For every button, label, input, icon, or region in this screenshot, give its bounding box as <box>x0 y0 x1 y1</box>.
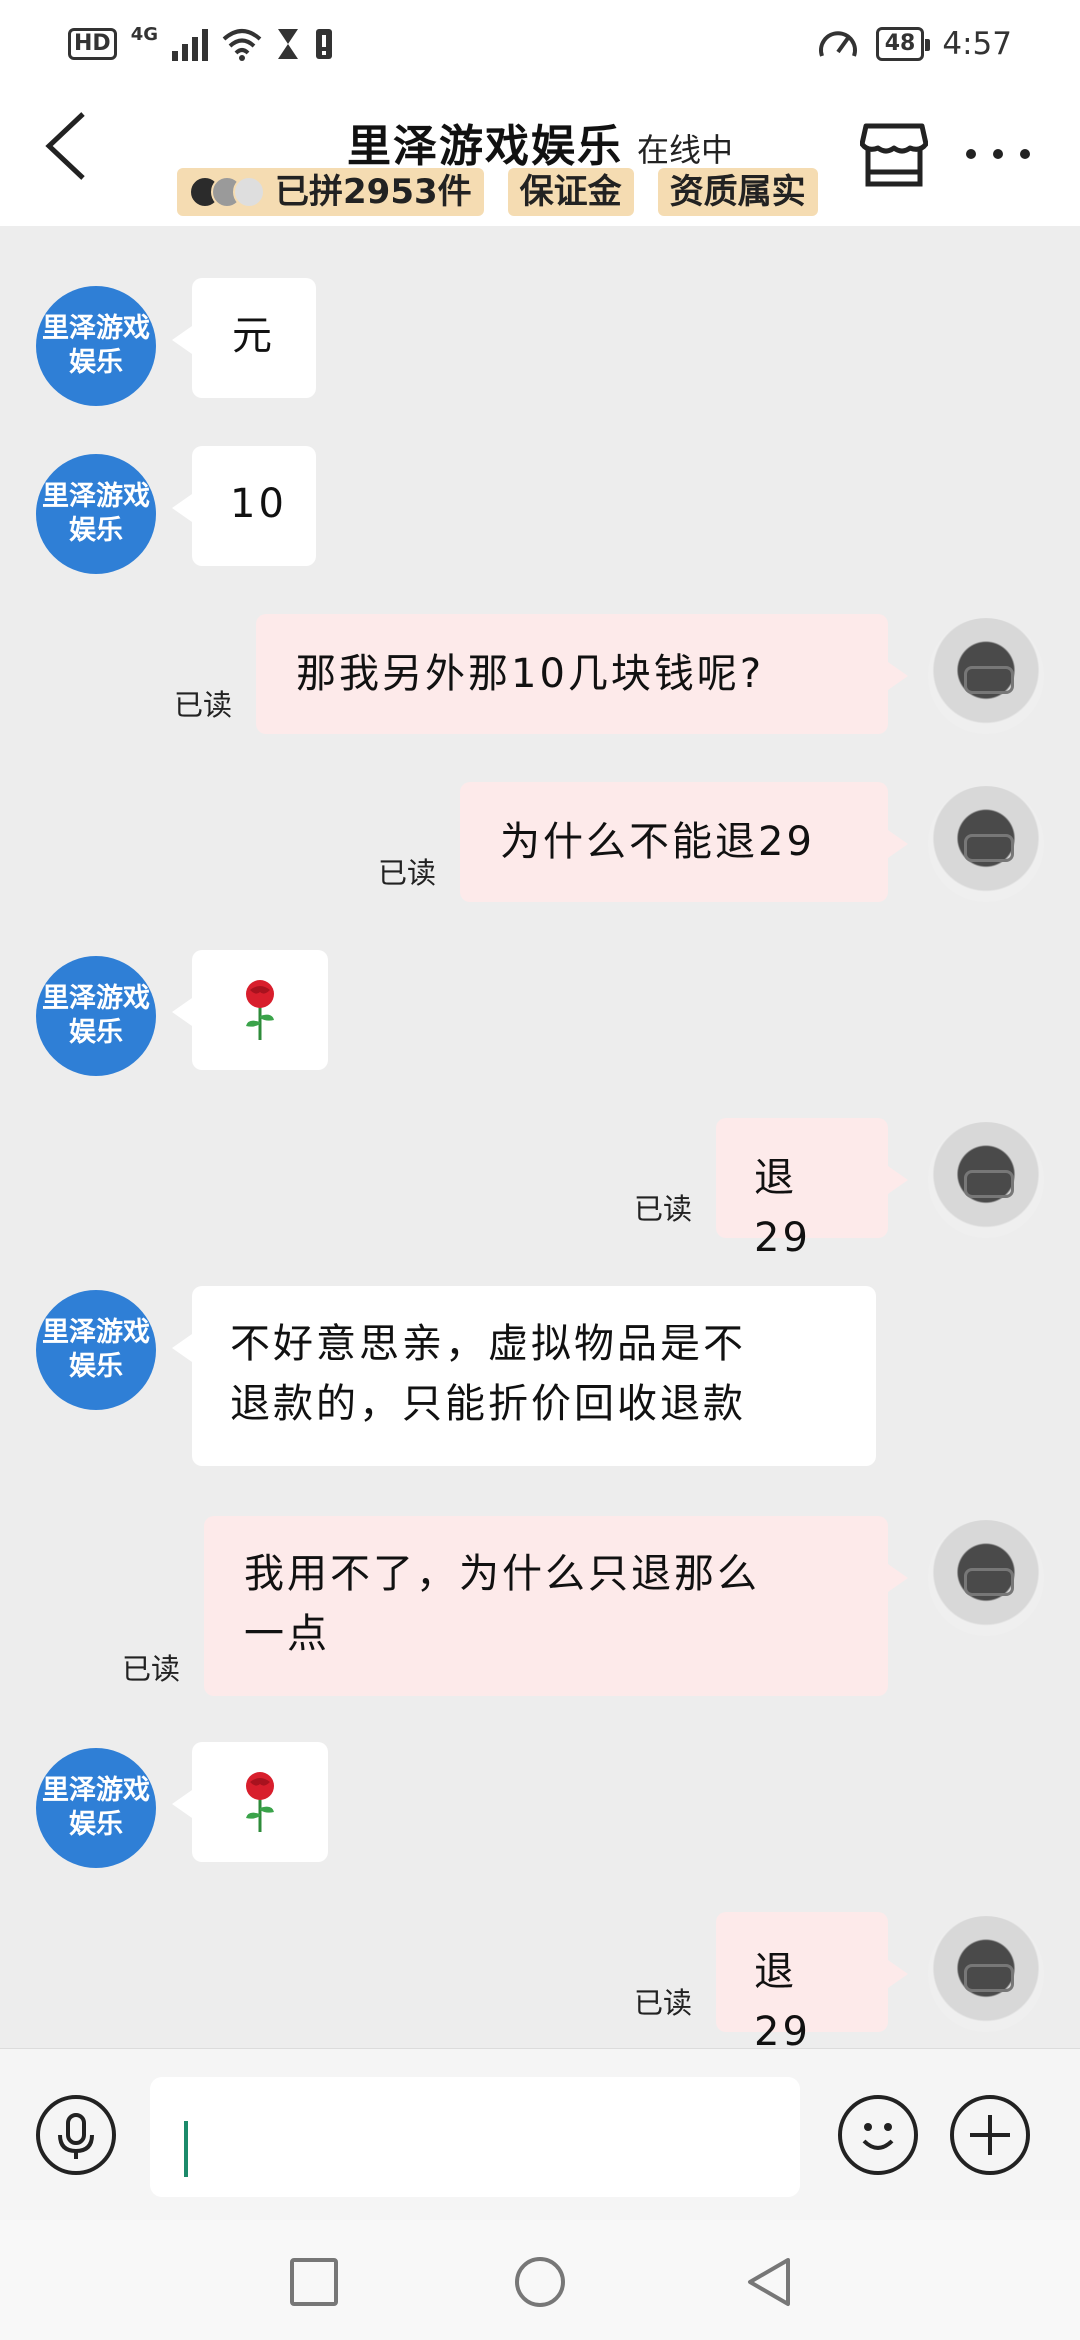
hd-icon: HD <box>68 28 117 60</box>
recents-button[interactable] <box>286 2254 342 2310</box>
sales-badge-label: 已拼2953件 <box>275 172 472 212</box>
emoji-icon <box>862 2123 894 2150</box>
clock: 4:57 <box>942 26 1012 62</box>
shop-avatar-line2: 娱乐 <box>69 347 123 378</box>
input-bar <box>0 2048 1080 2220</box>
more-dots-icon <box>993 149 1003 159</box>
recents-square-icon <box>290 2258 338 2306</box>
shop-avatar-line2: 娱乐 <box>69 1809 123 1840</box>
network-type-label: 4G <box>130 23 158 45</box>
shop-avatar-line1: 里泽游戏 <box>42 1775 150 1806</box>
message-text: 退29 <box>754 1155 811 1261</box>
message-text: 为什么不能退29 <box>500 819 815 865</box>
message-text-line: 退款的，只能折价回收退款 <box>230 1381 746 1427</box>
message-bubble-out[interactable]: 退29 <box>716 1912 908 2048</box>
nav-back-button[interactable] <box>742 2254 798 2310</box>
emoji-button[interactable] <box>838 2095 918 2175</box>
message-text: 10 <box>230 481 287 527</box>
store-icon <box>859 123 929 187</box>
message-bubble-in[interactable]: 10 <box>172 446 316 566</box>
rose-emoji-icon <box>246 980 274 1040</box>
status-bar: HD 4G 48 4:57 <box>0 0 1080 88</box>
buyer-avatars <box>189 176 265 208</box>
message-bubble-out[interactable]: 我用不了，为什么只退那么 一点 <box>204 1516 908 1696</box>
shop-avatar[interactable]: 里泽游戏 娱乐 <box>36 286 156 406</box>
read-receipt: 已读 <box>174 688 233 722</box>
user-avatar[interactable] <box>928 786 1044 902</box>
shop-avatar-line1: 里泽游戏 <box>42 1317 150 1348</box>
message-bubble-in[interactable]: 不好意思亲，虚拟物品是不 退款的，只能折价回收退款 <box>172 1286 876 1466</box>
shop-avatar-line2: 娱乐 <box>69 515 123 546</box>
status-right: 48 4:57 <box>818 22 1012 66</box>
message-list[interactable]: 里泽游戏 娱乐 元 里泽游戏 娱乐 10 已读 那我另外那10几块钱呢? 已读 为什… <box>0 226 1080 2048</box>
shop-avatar-line1: 里泽游戏 <box>42 313 150 344</box>
message-bubble-in[interactable] <box>172 1742 328 1862</box>
plus-icon <box>970 2115 1010 2155</box>
shop-avatar-line1: 里泽游戏 <box>42 481 150 512</box>
read-receipt: 已读 <box>122 1652 181 1686</box>
chat-screen: HD 4G 48 4:57 里泽游戏娱乐 在线中 已拼2953件 保证金 资质属… <box>0 0 1080 2340</box>
message-bubble-in[interactable]: 元 <box>172 278 316 398</box>
more-dots-icon <box>966 149 976 159</box>
user-avatar[interactable] <box>928 1520 1044 1636</box>
microphone-icon <box>58 2113 94 2159</box>
shop-avatar-line2: 娱乐 <box>69 1351 123 1382</box>
message-text: 那我另外那10几块钱呢? <box>296 651 765 697</box>
message-bubble-in[interactable] <box>172 950 328 1070</box>
alert-icon <box>316 29 332 59</box>
user-avatar[interactable] <box>928 618 1044 734</box>
read-receipt: 已读 <box>634 1986 693 2020</box>
message-text: 退29 <box>754 1949 811 2048</box>
signal-icon <box>172 27 208 61</box>
message-text-line: 一点 <box>244 1611 330 1657</box>
shop-badges: 已拼2953件 保证金 资质属实 <box>177 168 818 216</box>
message-text: 元 <box>232 313 275 359</box>
shop-avatar[interactable]: 里泽游戏 娱乐 <box>36 1290 156 1410</box>
shop-avatar[interactable]: 里泽游戏 娱乐 <box>36 454 156 574</box>
more-options-button[interactable] <box>958 130 1038 178</box>
user-avatar[interactable] <box>928 1916 1044 2032</box>
more-actions-button[interactable] <box>950 2095 1030 2175</box>
status-left: HD 4G <box>68 22 334 66</box>
home-circle-icon <box>515 2257 565 2307</box>
rose-emoji-icon <box>246 1772 274 1832</box>
hourglass-icon <box>278 29 298 59</box>
qualification-badge-label: 资质属实 <box>669 172 806 212</box>
read-receipt: 已读 <box>634 1192 693 1226</box>
message-bubble-out[interactable]: 退29 <box>716 1118 908 1261</box>
message-text-line: 不好意思亲，虚拟物品是不 <box>230 1321 746 1367</box>
shop-avatar[interactable]: 里泽游戏 娱乐 <box>36 956 156 1076</box>
page-title: 里泽游戏娱乐 <box>346 121 623 172</box>
more-dots-icon <box>1020 149 1030 159</box>
shop-avatar-line2: 娱乐 <box>69 1017 123 1048</box>
user-avatar[interactable] <box>928 1122 1044 1238</box>
chat-header: 里泽游戏娱乐 在线中 已拼2953件 保证金 资质属实 <box>0 88 1080 226</box>
voice-button[interactable] <box>36 2095 116 2175</box>
message-text-line: 我用不了，为什么只退那么 <box>244 1551 760 1597</box>
back-triangle-icon <box>748 2258 790 2306</box>
shop-avatar-line1: 里泽游戏 <box>42 983 150 1014</box>
message-bubble-out[interactable]: 为什么不能退29 <box>460 782 908 902</box>
wifi-icon <box>222 29 262 61</box>
battery-icon: 48 <box>875 27 930 61</box>
shop-avatar[interactable]: 里泽游戏 娱乐 <box>36 1748 156 1868</box>
system-nav-bar <box>0 2220 1080 2340</box>
deposit-badge[interactable]: 保证金 <box>507 168 634 216</box>
text-caret <box>184 2121 188 2177</box>
store-button[interactable] <box>859 120 929 188</box>
sales-badge[interactable]: 已拼2953件 <box>177 168 484 216</box>
speedometer-icon <box>818 31 857 57</box>
message-bubble-out[interactable]: 那我另外那10几块钱呢? <box>256 614 908 734</box>
read-receipt: 已读 <box>378 856 437 890</box>
home-button[interactable] <box>512 2254 568 2310</box>
qualification-badge[interactable]: 资质属实 <box>657 168 818 216</box>
online-status: 在线中 <box>636 131 733 169</box>
deposit-badge-label: 保证金 <box>519 172 622 212</box>
message-input[interactable] <box>150 2077 800 2197</box>
